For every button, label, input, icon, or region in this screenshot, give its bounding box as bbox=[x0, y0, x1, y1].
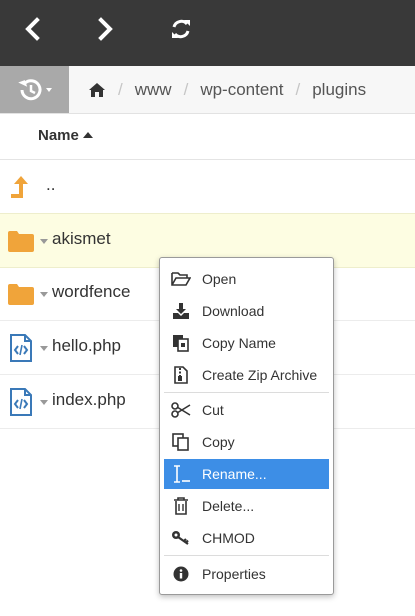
refresh-button[interactable] bbox=[159, 11, 203, 47]
breadcrumb-bar: / www / wp-content / plugins bbox=[0, 66, 415, 114]
copy-name-icon bbox=[166, 334, 196, 352]
menu-item-cut[interactable]: Cut bbox=[164, 395, 329, 425]
menu-item-copy[interactable]: Copy bbox=[164, 427, 329, 457]
chevron-down-icon[interactable] bbox=[40, 346, 48, 351]
menu-item-chmod[interactable]: CHMOD bbox=[164, 523, 329, 553]
name-column-header[interactable]: Name bbox=[38, 127, 93, 144]
breadcrumb-separator: / bbox=[183, 79, 189, 99]
copy-icon bbox=[166, 433, 196, 451]
file-row-parent[interactable]: .. bbox=[0, 160, 415, 214]
chevron-left-icon bbox=[25, 17, 40, 41]
menu-item-create-zip-archive[interactable]: Create Zip Archive bbox=[164, 360, 329, 390]
back-button[interactable] bbox=[10, 11, 54, 47]
sort-ascending-icon bbox=[82, 132, 93, 138]
key-icon bbox=[166, 530, 196, 546]
breadcrumb-item-www[interactable]: www bbox=[135, 80, 172, 100]
info-icon bbox=[166, 566, 196, 582]
download-icon bbox=[166, 302, 196, 320]
name-column-label: Name bbox=[38, 127, 79, 144]
code-file-icon bbox=[10, 388, 32, 416]
file-name: akismet bbox=[52, 229, 111, 248]
zip-icon bbox=[166, 366, 196, 384]
context-menu: Open Download Copy Name Create Zip Archi… bbox=[159, 257, 334, 595]
file-name: wordfence bbox=[52, 282, 131, 301]
menu-item-rename[interactable]: Rename... bbox=[164, 459, 329, 489]
breadcrumb-separator: / bbox=[295, 79, 301, 99]
menu-divider bbox=[164, 555, 329, 556]
menu-item-properties[interactable]: Properties bbox=[164, 559, 329, 589]
code-file-icon bbox=[10, 334, 32, 362]
scissors-icon bbox=[166, 402, 196, 418]
menu-item-open[interactable]: Open bbox=[164, 264, 329, 294]
trash-icon bbox=[166, 497, 196, 515]
chevron-right-icon bbox=[98, 17, 113, 41]
folder-icon bbox=[8, 284, 34, 305]
file-name: index.php bbox=[52, 390, 126, 409]
file-name: hello.php bbox=[52, 336, 122, 355]
menu-item-delete[interactable]: Delete... bbox=[164, 491, 329, 521]
folder-icon bbox=[8, 231, 34, 252]
home-icon bbox=[89, 82, 105, 97]
history-icon bbox=[17, 78, 52, 100]
top-toolbar bbox=[0, 0, 415, 66]
menu-item-download[interactable]: Download bbox=[164, 296, 329, 326]
chevron-down-icon[interactable] bbox=[40, 292, 48, 297]
breadcrumb: / www / wp-content / plugins bbox=[88, 66, 366, 113]
text-cursor-icon bbox=[166, 465, 196, 483]
forward-button[interactable] bbox=[84, 11, 128, 47]
breadcrumb-item-plugins[interactable]: plugins bbox=[312, 80, 366, 100]
history-button[interactable] bbox=[0, 66, 69, 113]
menu-item-copy-name[interactable]: Copy Name bbox=[164, 328, 329, 358]
home-crumb[interactable] bbox=[88, 82, 106, 98]
level-up-icon bbox=[11, 176, 28, 198]
chevron-down-icon[interactable] bbox=[40, 400, 48, 405]
file-name: .. bbox=[46, 175, 56, 194]
chevron-down-icon[interactable] bbox=[40, 239, 48, 244]
breadcrumb-separator: / bbox=[118, 79, 123, 99]
refresh-icon bbox=[172, 19, 190, 39]
folder-open-icon bbox=[166, 271, 196, 287]
menu-divider bbox=[164, 392, 329, 393]
column-header-row: Name bbox=[0, 114, 415, 160]
breadcrumb-item-wp-content[interactable]: wp-content bbox=[200, 80, 283, 100]
